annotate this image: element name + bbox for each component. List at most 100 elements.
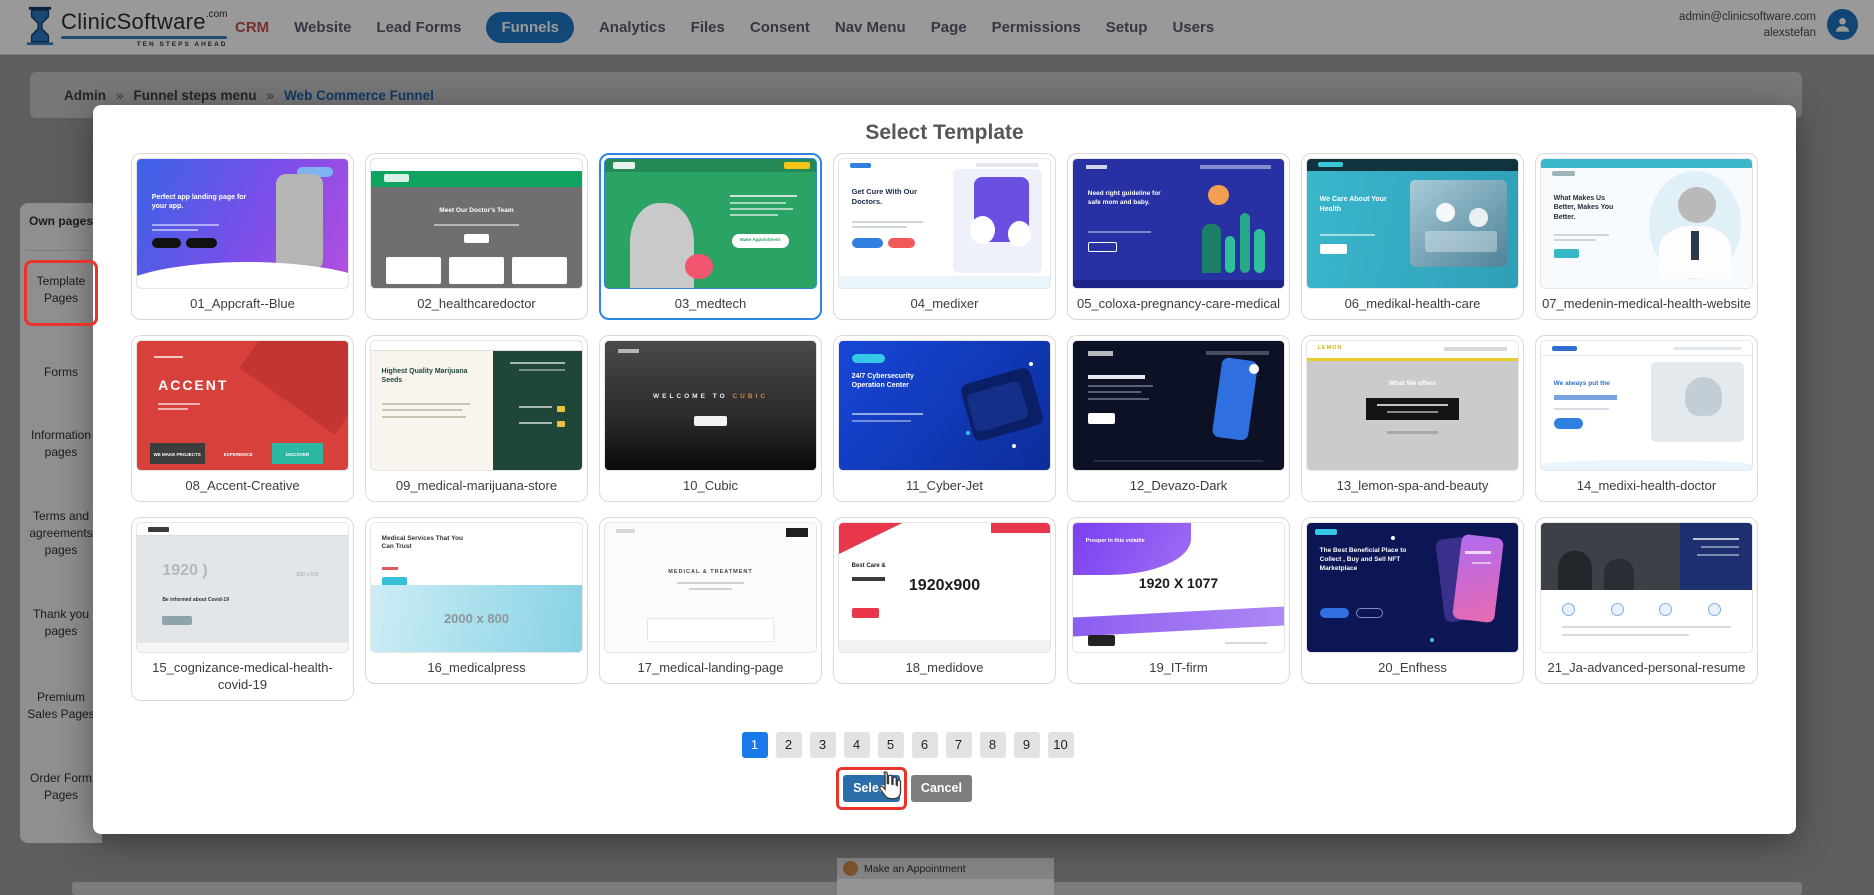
thumb-tag: DISCOVER [272, 452, 323, 457]
thumb-heading: Prosper in this volatile [1086, 538, 1158, 545]
template-thumbnail: Prosper in this volatile 1920 X 1077 [1072, 522, 1285, 653]
template-name: 11_Cyber-Jet [838, 471, 1051, 497]
thumb-heading: ACCENT [158, 377, 228, 393]
template-thumbnail: Perfect app landing page for your app. [136, 158, 349, 289]
template-name: 14_medixi-health-doctor [1540, 471, 1753, 497]
thumb-heading: Get Cure With Our Doctors. [852, 187, 936, 207]
template-card-12[interactable]: 12_Devazo-Dark [1067, 335, 1290, 502]
page-button-4[interactable]: 4 [844, 732, 870, 758]
template-card-05[interactable]: Need right guideline for safe mom and ba… [1067, 153, 1290, 320]
template-name: 16_medicalpress [370, 653, 583, 679]
modal-footer-actions: Select Cancel [56, 775, 1759, 802]
thumb-heading: WELCOME TO CUBIC [605, 393, 816, 400]
template-card-07[interactable]: What Makes Us Better, Makes You Better. … [1535, 153, 1758, 320]
thumb-heading: The Best Beneficial Place to Collect , B… [1320, 546, 1417, 573]
template-thumbnail: WELCOME TO CUBIC [604, 340, 817, 471]
select-template-modal: Select Template Perfect app landing page… [93, 105, 1796, 834]
thumb-heading: What Makes Us Better, Makes You Better. [1554, 194, 1624, 222]
template-name: 08_Accent-Creative [136, 471, 349, 497]
template-thumbnail: The Best Beneficial Place to Collect , B… [1306, 522, 1519, 653]
page-button-7[interactable]: 7 [946, 732, 972, 758]
template-name: 12_Devazo-Dark [1072, 471, 1285, 497]
template-card-15[interactable]: 1920 ) 820 x 670 Be informed about Covid… [131, 517, 354, 701]
template-thumbnail: Get Cure With Our Doctors. [838, 158, 1051, 289]
template-pages-annotation-highlight [24, 260, 98, 326]
thumb-heading: Perfect app landing page for your app. [152, 193, 249, 211]
template-name: 13_lemon-spa-and-beauty [1306, 471, 1519, 497]
pagination: 1 2 3 4 5 6 7 8 9 10 [56, 732, 1759, 758]
template-thumbnail: MEDICAL & TREATMENT [604, 522, 817, 653]
template-name: 21_Ja-advanced-personal-resume [1540, 653, 1753, 679]
thumb-heading: We Care About Your Health [1320, 195, 1392, 214]
template-card-02[interactable]: Meet Our Doctor's Team 02_healthcaredoct… [365, 153, 588, 320]
template-card-14[interactable]: We always put the 14_medixi-health-docto… [1535, 335, 1758, 502]
template-thumbnail: LEMON What We offers [1306, 340, 1519, 471]
thumb-tag: EXPERIENCE [213, 452, 264, 457]
template-card-09[interactable]: Highest Quality Marijuana Seeds 09_medic… [365, 335, 588, 502]
template-card-11[interactable]: 24/7 Cybersecurity Operation Center 11_C… [833, 335, 1056, 502]
thumb-heading: Medical Services That You Can Trust [382, 535, 471, 553]
template-thumbnail: Meet Our Doctor's Team [370, 158, 583, 289]
thumb-watermark: 1920x900 [839, 577, 1050, 595]
thumb-heading: Highest Quality Marijuana Seeds [382, 367, 479, 385]
thumb-logo: LEMON [1318, 345, 1343, 351]
thumb-heading: MEDICAL & TREATMENT [605, 569, 816, 575]
template-card-01[interactable]: Perfect app landing page for your app. 0… [131, 153, 354, 320]
template-thumbnail: 24/7 Cybersecurity Operation Center [838, 340, 1051, 471]
template-card-18[interactable]: Best Care & 1920x900 18_medidove [833, 517, 1056, 684]
template-name: 03_medtech [604, 289, 817, 315]
template-card-16[interactable]: Medical Services That You Can Trust 2000… [365, 517, 588, 684]
template-name: 15_cognizance-medical-health-covid-19 [136, 653, 349, 696]
template-name: 07_medenin-medical-health-website [1540, 289, 1753, 315]
cancel-button[interactable]: Cancel [911, 775, 972, 802]
template-card-13[interactable]: LEMON What We offers 13_lemon-spa-and-be… [1301, 335, 1524, 502]
template-name: 01_Appcraft--Blue [136, 289, 349, 315]
thumb-heading: Be informed about Covid-19 [162, 597, 246, 604]
page-button-3[interactable]: 3 [810, 732, 836, 758]
thumb-heading: Meet Our Doctor's Team [371, 207, 582, 214]
thumb-heading: Need right guideline for safe mom and ba… [1088, 190, 1168, 208]
template-thumbnail: Medical Services That You Can Trust 2000… [370, 522, 583, 653]
template-thumbnail: Best Care & 1920x900 [838, 522, 1051, 653]
template-thumbnail [1072, 340, 1285, 471]
template-card-08[interactable]: ACCENT WE MAKE PROJECTS EXPERIENCE DISCO… [131, 335, 354, 502]
template-thumbnail: We always put the [1540, 340, 1753, 471]
template-thumbnail: Need right guideline for safe mom and ba… [1072, 158, 1285, 289]
template-card-04[interactable]: Get Cure With Our Doctors. 04_medixer [833, 153, 1056, 320]
thumb-tag: WE MAKE PROJECTS [150, 452, 205, 457]
template-thumbnail: What Makes Us Better, Makes You Better. [1540, 158, 1753, 289]
template-card-19[interactable]: Prosper in this volatile 1920 X 1077 19_… [1067, 517, 1290, 684]
template-name: 17_medical-landing-page [604, 653, 817, 679]
template-name: 02_healthcaredoctor [370, 289, 583, 315]
template-thumbnail: Make Appointment [604, 158, 817, 289]
page-button-8[interactable]: 8 [980, 732, 1006, 758]
page-button-1[interactable]: 1 [742, 732, 768, 758]
mouse-cursor-icon [875, 769, 905, 803]
template-name: 04_medixer [838, 289, 1051, 315]
thumb-heading: What We offers [1307, 380, 1518, 387]
page-button-2[interactable]: 2 [776, 732, 802, 758]
template-name: 05_coloxa-pregnancy-care-medical [1072, 289, 1285, 315]
page-button-5[interactable]: 5 [878, 732, 904, 758]
modal-title: Select Template [93, 121, 1796, 145]
page-button-10[interactable]: 10 [1048, 732, 1074, 758]
template-card-03-selected[interactable]: Make Appointment 03_medtech [599, 153, 822, 320]
page-button-9[interactable]: 9 [1014, 732, 1040, 758]
thumb-watermark: 2000 x 800 [371, 611, 582, 626]
thumb-heading: Best Care & [852, 562, 924, 570]
thumb-watermark: 1920 ) [162, 562, 207, 580]
template-card-06[interactable]: We Care About Your Health 06_medikal-hea… [1301, 153, 1524, 320]
template-name: 06_medikal-health-care [1306, 289, 1519, 315]
thumb-heading: We always put the [1554, 380, 1638, 389]
template-thumbnail: ACCENT WE MAKE PROJECTS EXPERIENCE DISCO… [136, 340, 349, 471]
template-name: 20_Enfhess [1306, 653, 1519, 679]
template-card-10[interactable]: WELCOME TO CUBIC 10_Cubic [599, 335, 822, 502]
template-card-17[interactable]: MEDICAL & TREATMENT 17_medical-landing-p… [599, 517, 822, 684]
thumb-heading: 24/7 Cybersecurity Operation Center [852, 372, 941, 391]
template-thumbnail [1540, 522, 1753, 653]
template-name: 19_IT-firm [1072, 653, 1285, 679]
template-thumbnail: We Care About Your Health [1306, 158, 1519, 289]
template-card-21[interactable]: 21_Ja-advanced-personal-resume [1535, 517, 1758, 684]
template-card-20[interactable]: The Best Beneficial Place to Collect , B… [1301, 517, 1524, 684]
page-button-6[interactable]: 6 [912, 732, 938, 758]
